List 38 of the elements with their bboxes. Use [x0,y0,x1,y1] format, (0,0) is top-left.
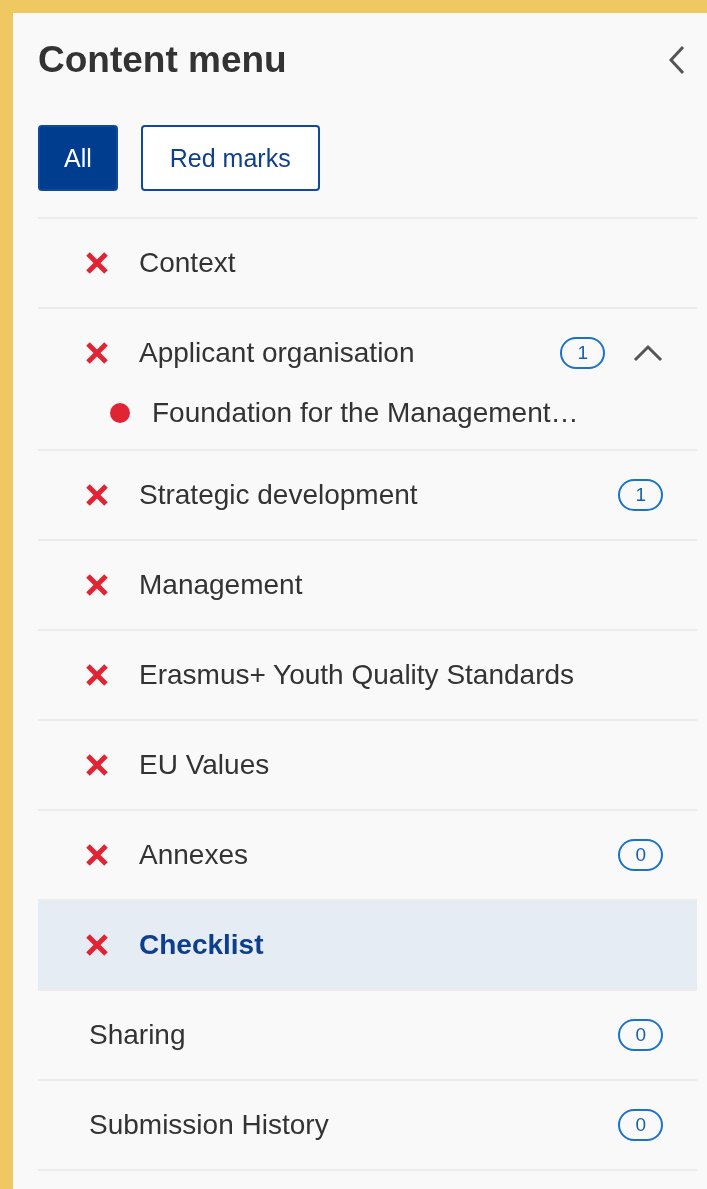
count-badge: 0 [618,1109,663,1141]
menu-item[interactable]: Sharing 0 [38,991,697,1079]
count-badge: 0 [618,1019,663,1051]
collapse-icon[interactable] [667,44,687,76]
chevron-icon[interactable] [633,344,663,362]
error-cross-icon [85,934,109,956]
error-cross-icon [85,342,109,364]
menu-item-label: Erasmus+ Youth Quality Standards [139,659,576,691]
filter-button[interactable]: All [38,125,118,191]
menu-item-label: Checklist [139,929,265,961]
error-cross-icon [85,574,109,596]
menu-item[interactable]: Erasmus+ Youth Quality Standards [38,631,697,719]
menu-item-label: Context [139,247,237,279]
error-cross-icon [85,754,109,776]
error-cross-icon [85,484,109,506]
menu-item-label: Submission History [89,1109,330,1141]
menu-item-label: Annexes [139,839,249,871]
menu-item-label: Management [139,569,304,601]
menu-item-label: Sharing [89,1019,187,1051]
menu-item[interactable]: Context [38,219,697,307]
count-badge: 1 [560,337,605,369]
menu-item[interactable]: Checklist [38,901,697,989]
count-badge: 0 [618,839,663,871]
menu-item-label: EU Values [139,749,271,781]
menu-item-label: Strategic development [139,479,419,511]
error-cross-icon [85,844,109,866]
filter-button[interactable]: Red marks [140,125,320,191]
menu-item[interactable]: EU Values [38,721,697,809]
count-badge: 1 [618,479,663,511]
sub-item-label: Foundation for the Management… [152,397,579,429]
error-cross-icon [85,664,109,686]
menu-item[interactable]: Strategic development 1 [38,451,697,539]
error-cross-icon [85,252,109,274]
menu-item[interactable]: Annexes 0 [38,811,697,899]
menu-item-label: Applicant organisation [139,337,416,369]
menu-item[interactable]: Management [38,541,697,629]
panel-title: Content menu [38,39,287,81]
menu-item[interactable]: Submission History 0 [38,1081,697,1169]
